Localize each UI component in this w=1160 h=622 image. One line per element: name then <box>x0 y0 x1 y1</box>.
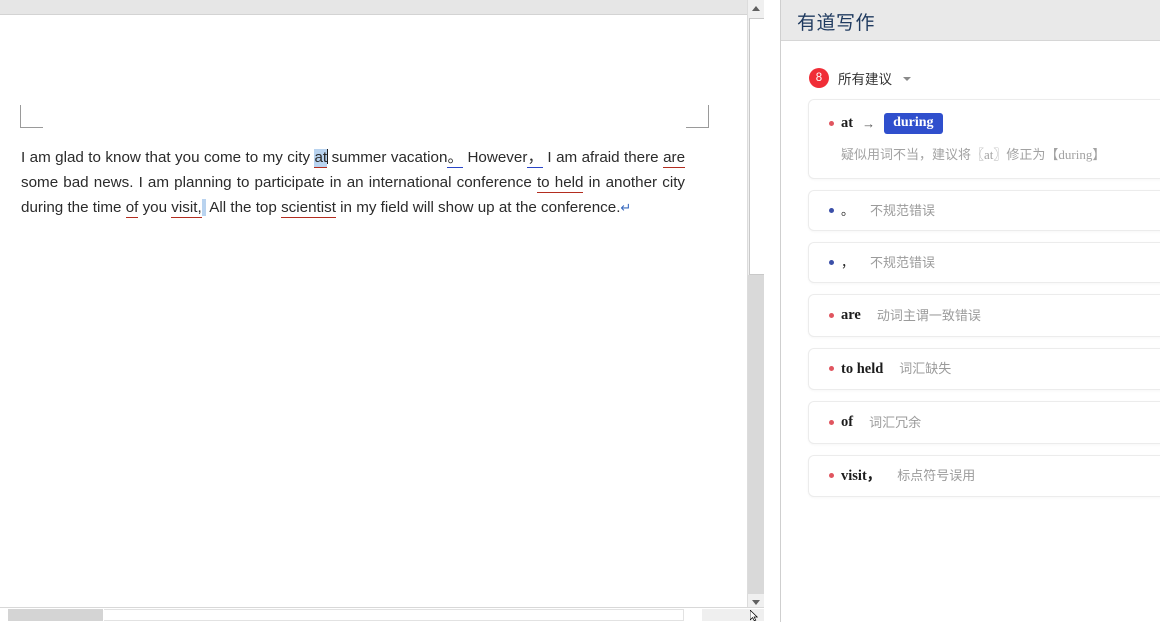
vertical-scrollbar-track[interactable] <box>748 275 764 594</box>
text-run-plain: However <box>463 149 527 166</box>
suggestion-card[interactable]: are 动词主谓一致错误 <box>808 294 1160 337</box>
horizontal-scrollbar-thumb[interactable] <box>8 609 103 621</box>
suggestion-card-header: of 词汇冗余 <box>829 415 1160 430</box>
youdao-writing-panel: 有道写作 8 所有建议 at → during 疑似用词不当，建议将〖at〗修正… <box>780 0 1160 622</box>
bullet-dot-icon <box>829 473 834 478</box>
bullet-dot-icon <box>829 313 834 318</box>
document-paragraph[interactable]: I am glad to know that you come to my ci… <box>21 145 685 221</box>
suggestion-card[interactable]: at → during 疑似用词不当，建议将〖at〗修正为【during】 <box>808 99 1160 179</box>
suggestion-error-type: 标点符号误用 <box>897 469 975 482</box>
bullet-dot-icon <box>829 121 834 126</box>
suggestion-card-header: ， 不规范错误 <box>829 256 1160 269</box>
suggestion-count-badge: 8 <box>809 68 829 88</box>
bullet-dot-icon <box>829 260 834 265</box>
suggestion-term: ， <box>841 256 854 269</box>
description-suggestion: during <box>1058 147 1092 162</box>
suggestion-card-header: at → during <box>829 113 1160 134</box>
text-run-plain: I am glad to know that you come to my ci… <box>21 149 314 166</box>
application-window: I am glad to know that you come to my ci… <box>0 0 1160 622</box>
margin-mark-top-left <box>20 105 43 128</box>
suggestion-term: are <box>841 308 861 323</box>
suggestion-error-type: 词汇缺失 <box>899 362 951 375</box>
suggestion-error-type: 词汇冗余 <box>869 416 921 429</box>
text-run-fullwidth-comma[interactable]: ， <box>527 149 543 168</box>
panel-body: 8 所有建议 at → during 疑似用词不当，建议将〖at〗修正为【dur… <box>781 41 1160 622</box>
bullet-dot-icon <box>829 366 834 371</box>
suggestion-description: 疑似用词不当，建议将〖at〗修正为【during】 <box>841 144 1160 163</box>
suggestion-term: to held <box>841 362 883 377</box>
suggestion-term: of <box>841 415 853 430</box>
suggestion-error-type: 不规范错误 <box>870 256 935 269</box>
text-run-visit-comma[interactable]: visit, <box>171 199 201 218</box>
suggestion-error-type: 不规范错误 <box>870 204 935 217</box>
text-run-to-held[interactable]: to held <box>537 174 584 193</box>
horizontal-scrollbar[interactable] <box>0 607 764 622</box>
description-prefix: 疑似用词不当，建议将〖 <box>841 147 984 162</box>
suggestion-card-header: are 动词主谓一致错误 <box>829 308 1160 323</box>
suggestion-card-header: 。 不规范错误 <box>829 204 1160 217</box>
vertical-scrollbar[interactable] <box>747 0 764 610</box>
document-page[interactable]: I am glad to know that you come to my ci… <box>0 15 764 605</box>
suggestion-card[interactable]: to held 词汇缺失 <box>808 348 1160 391</box>
vertical-scrollbar-thumb[interactable] <box>749 18 764 275</box>
document-top-strip <box>0 0 764 15</box>
document-text-body[interactable]: I am glad to know that you come to my ci… <box>21 145 685 221</box>
margin-mark-top-right <box>686 105 709 128</box>
description-suffix: 】 <box>1092 147 1105 162</box>
text-run-scientist[interactable]: scientist <box>281 199 336 218</box>
text-run-plain: some bad news. I am planning to particip… <box>21 174 537 191</box>
document-pane: I am glad to know that you come to my ci… <box>0 0 764 622</box>
panel-title: 有道写作 <box>797 8 875 35</box>
suggestions-filter[interactable]: 8 所有建议 <box>809 68 911 88</box>
bullet-dot-icon <box>829 420 834 425</box>
suggestion-card[interactable]: visit， 标点符号误用 <box>808 455 1160 498</box>
scroll-down-arrow-icon <box>752 600 760 605</box>
filter-label: 所有建议 <box>838 68 892 88</box>
bullet-dot-icon <box>829 208 834 213</box>
suggestion-error-type: 动词主谓一致错误 <box>877 309 981 322</box>
mouse-pointer-icon <box>750 610 758 621</box>
suggestion-term: visit， <box>841 469 881 484</box>
arrow-right-icon: → <box>862 117 875 130</box>
suggestion-card-header: visit， 标点符号误用 <box>829 469 1160 484</box>
suggestion-card-header: to held 词汇缺失 <box>829 362 1160 377</box>
text-run-plain: summer vacation <box>327 149 447 166</box>
suggestion-card-list: at → during 疑似用词不当，建议将〖at〗修正为【during】 。 … <box>808 99 1160 508</box>
suggestion-card[interactable]: of 词汇冗余 <box>808 401 1160 444</box>
scroll-up-button[interactable] <box>748 0 764 16</box>
text-run-plain: in my field will show up at the conferen… <box>336 199 620 216</box>
paragraph-mark-icon: ↵ <box>620 200 631 215</box>
scroll-up-arrow-icon <box>752 6 760 11</box>
horizontal-scrollbar-track[interactable] <box>104 609 684 621</box>
chevron-down-icon[interactable] <box>903 77 911 81</box>
text-run-plain: you <box>138 199 171 216</box>
description-middle: 〗修正为【 <box>993 147 1058 162</box>
text-run-fullwidth-period[interactable]: 。 <box>447 149 463 168</box>
suggestion-card[interactable]: ， 不规范错误 <box>808 242 1160 283</box>
text-run-of[interactable]: of <box>126 199 139 218</box>
suggestion-replacement-pill[interactable]: during <box>884 113 942 134</box>
text-run-are[interactable]: are <box>663 149 685 168</box>
text-run-plain: All the top <box>206 199 281 216</box>
suggestion-term: 。 <box>841 204 854 217</box>
panel-title-bar: 有道写作 <box>781 0 1160 41</box>
description-term: at <box>984 147 993 162</box>
suggestion-term: at <box>841 116 853 131</box>
suggestion-card[interactable]: 。 不规范错误 <box>808 190 1160 231</box>
text-run-at-selected[interactable]: at <box>314 149 327 168</box>
text-run-plain: I am afraid there <box>543 149 663 166</box>
